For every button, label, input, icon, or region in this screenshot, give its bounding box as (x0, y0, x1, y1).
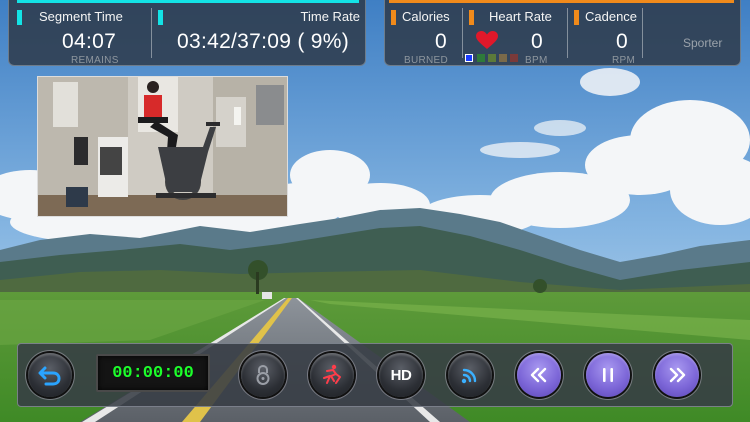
heart-zone-5 (510, 54, 518, 62)
cadence-marker (574, 10, 579, 25)
calories-marker (391, 10, 396, 25)
pause-icon (603, 368, 613, 382)
segment-time-cell: Segment Time 04:07 REMAINS (9, 6, 151, 66)
time-rate-cell: Time Rate 03:42/37:09 ( 9%) (152, 6, 366, 64)
workout-timer: 00:00:00 (96, 354, 210, 392)
cyclist-icon (323, 364, 341, 384)
calorie-progress-bar (389, 0, 734, 3)
calories-cell: Calories 0 BURNED (385, 6, 462, 66)
hd-icon: HD (390, 366, 412, 384)
cadence-value: 0 (616, 30, 628, 53)
heart-icon (476, 31, 498, 49)
cadence-cell: Cadence 0 RPM (568, 6, 642, 66)
wireless-signal-icon (461, 368, 477, 384)
back-arrow-icon (38, 366, 61, 386)
heart-rate-marker (469, 10, 474, 25)
heart-zone-2 (477, 54, 485, 62)
heart-rate-label: Heart Rate (489, 9, 552, 24)
segment-stats-panel: Segment Time 04:07 REMAINS Time Rate 03:… (8, 0, 366, 66)
pause-button[interactable] (586, 353, 630, 397)
rewind-icon (530, 367, 547, 383)
heart-zone-1 (465, 54, 473, 62)
hd-button[interactable]: HD (379, 353, 423, 397)
playback-control-bar: 00:00:00 HD (17, 343, 733, 407)
segment-time-sub: REMAINS (71, 55, 119, 66)
calories-sub: BURNED (404, 55, 449, 66)
cadence-sub: RPM (612, 55, 636, 66)
time-rate-value: 03:42/37:09 ( 9%) (177, 30, 350, 53)
segment-time-marker (17, 10, 22, 25)
webcam-preview (37, 76, 288, 217)
fast-forward-icon (669, 367, 686, 383)
heart-rate-sub: BPM (525, 55, 548, 66)
brand-label: Sporter (683, 36, 723, 50)
segment-progress-bar (17, 0, 359, 3)
heart-rate-value: 0 (531, 30, 543, 53)
segment-time-value: 04:07 (62, 30, 117, 53)
segment-time-label: Segment Time (39, 9, 123, 24)
lock-icon (256, 364, 270, 385)
heart-rate-cell: Heart Rate 0 BPM (463, 6, 567, 66)
heart-zone-4 (499, 54, 507, 62)
back-button[interactable] (28, 353, 72, 397)
calories-value: 0 (435, 30, 447, 53)
lock-button[interactable] (241, 353, 285, 397)
fast-forward-button[interactable] (655, 353, 699, 397)
rewind-button[interactable] (517, 353, 561, 397)
panel-divider (642, 8, 643, 58)
calories-label: Calories (402, 9, 450, 24)
fitness-stats-panel: Calories 0 BURNED Heart Rate 0 BPM Caden… (384, 0, 741, 66)
time-rate-label: Time Rate (300, 9, 360, 24)
rider-mode-button[interactable] (310, 353, 354, 397)
time-rate-marker (158, 10, 163, 25)
wireless-button[interactable] (448, 353, 492, 397)
heart-zone-3 (488, 54, 496, 62)
cadence-label: Cadence (585, 9, 638, 24)
